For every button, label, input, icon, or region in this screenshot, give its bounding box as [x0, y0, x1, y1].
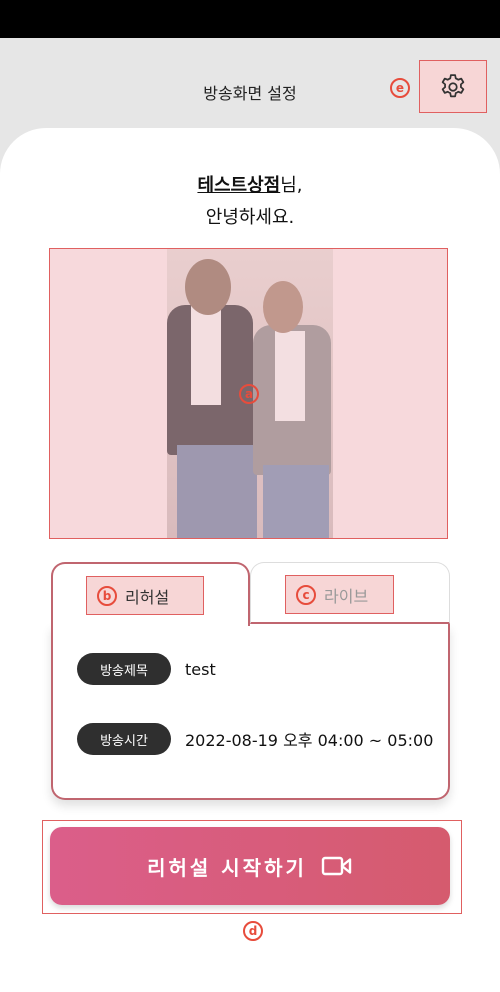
- annotation-marker-b: b: [97, 585, 117, 606]
- tab-live[interactable]: c 라이브: [250, 562, 450, 624]
- settings-button[interactable]: [419, 60, 487, 113]
- tab-live-label: 라이브: [324, 586, 369, 606]
- shop-name: 테스트상점: [197, 175, 281, 196]
- broadcast-title-row: 방송제목 test: [77, 653, 216, 685]
- greeting-suffix: 님,: [280, 175, 303, 196]
- start-button-area: 리허설 시작하기: [42, 820, 462, 914]
- greeting-line: 안녕하세요.: [205, 207, 295, 228]
- annotation-marker-e: e: [390, 78, 410, 98]
- tab-live-label-box: c 라이브: [285, 575, 394, 614]
- broadcast-tabs: 방송제목 test 방송시간 2022-08-19 오후 04:00 ~ 05:…: [51, 562, 450, 800]
- gear-icon: [441, 73, 465, 97]
- broadcast-time-label: 방송시간: [77, 723, 171, 755]
- status-bar: [0, 0, 500, 38]
- tab-rehearsal[interactable]: b 리허설: [51, 562, 250, 626]
- broadcast-title-value: test: [185, 659, 216, 679]
- annotation-marker-c: c: [296, 584, 316, 605]
- broadcast-preview[interactable]: a: [49, 248, 448, 539]
- broadcast-time-row: 방송시간 2022-08-19 오후 04:00 ~ 05:00: [77, 723, 433, 755]
- start-rehearsal-label: 리허설 시작하기: [147, 855, 307, 880]
- annotation-marker-a: a: [239, 384, 259, 404]
- broadcast-time-value: 2022-08-19 오후 04:00 ~ 05:00: [185, 731, 434, 750]
- video-camera-icon: [321, 856, 352, 876]
- greeting: 테스트상점님, 안녕하세요.: [0, 170, 500, 234]
- tab-rehearsal-label: 리허설: [125, 587, 170, 607]
- broadcast-title-label: 방송제목: [77, 653, 171, 685]
- annotation-marker-d: d: [243, 921, 263, 941]
- start-rehearsal-button[interactable]: 리허설 시작하기: [50, 827, 450, 905]
- tab-rehearsal-label-box: b 리허설: [86, 576, 204, 615]
- tab-panel: 방송제목 test 방송시간 2022-08-19 오후 04:00 ~ 05:…: [51, 624, 450, 800]
